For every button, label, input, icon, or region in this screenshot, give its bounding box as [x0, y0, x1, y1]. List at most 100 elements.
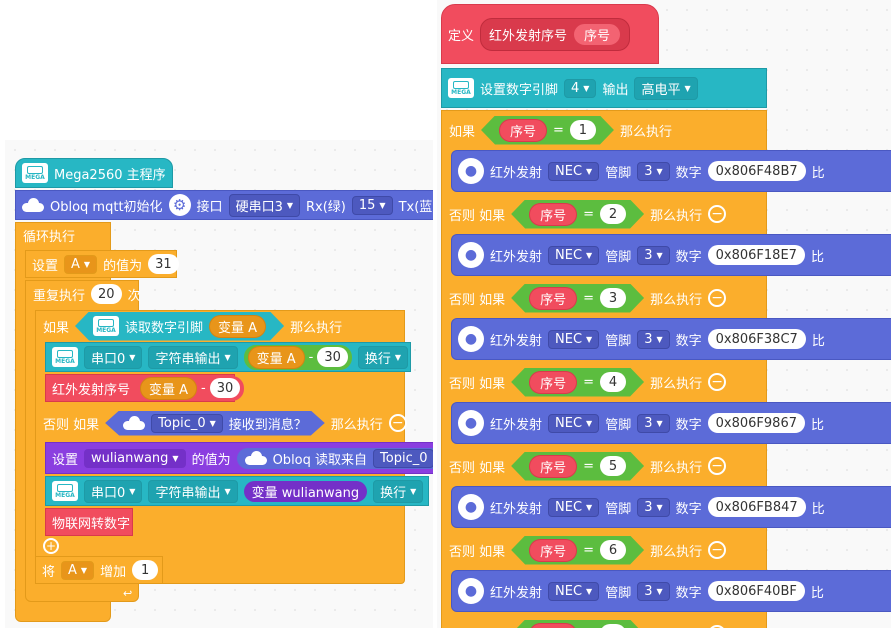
set-a-block[interactable]: 设置 A ▼ 的值为 31: [25, 250, 179, 278]
subtract-value[interactable]: 30: [209, 378, 241, 398]
serial-print-block-1[interactable]: MEGA 串口0 ▼ 字符串输出 ▼ 变量 A - 30 换行 ▼: [45, 342, 411, 372]
ir-code-input[interactable]: 0x806F9867: [707, 413, 805, 433]
mqtt-received-condition[interactable]: Topic_0 ▼ 接收到消息？: [105, 411, 325, 436]
protocol-dropdown[interactable]: NEC ▼: [548, 413, 600, 433]
compare-value[interactable]: 7: [600, 624, 626, 628]
ir-send-label: 红外发射: [490, 417, 543, 433]
ir-send-block[interactable]: ● 红外发射 NEC ▼ 管脚 3 ▼ 数字 0x806F9867 比: [451, 402, 891, 444]
protocol-dropdown[interactable]: NEC ▼: [548, 245, 600, 265]
ir-pin-dropdown[interactable]: 3 ▼: [637, 245, 670, 265]
ir-pin-dropdown[interactable]: 3 ▼: [637, 161, 670, 181]
var-a-reporter[interactable]: 变量 A: [247, 345, 305, 369]
topic-dropdown[interactable]: Topic_0 ▼: [151, 414, 223, 433]
pin-dropdown[interactable]: 4 ▼: [564, 78, 597, 98]
change-value[interactable]: 1: [132, 560, 159, 580]
var-a-dropdown[interactable]: A ▼: [61, 560, 95, 580]
ir-send-block[interactable]: ● 红外发射 NEC ▼ 管脚 3 ▼ 数字 0x806F18E7 比: [451, 234, 891, 276]
equals-condition[interactable]: 序号 = 2: [511, 200, 644, 229]
ir-send-block[interactable]: ● 红外发射 NEC ▼ 管脚 3 ▼ 数字 0x806F38C7 比: [451, 318, 891, 360]
remove-branch-icon[interactable]: −: [388, 414, 407, 432]
newline-dropdown[interactable]: 换行 ▼: [373, 479, 424, 503]
var-wulianwang-reporter[interactable]: 变量 wulianwang: [243, 480, 368, 502]
set-value[interactable]: 31: [148, 254, 179, 274]
obloq-init-block[interactable]: Obloq mqtt初始化 ⚙ 接口 硬串口3 ▼ Rx(绿) 15 ▼ Tx(蓝: [15, 190, 433, 220]
var-a-reporter[interactable]: 变量 A: [140, 376, 198, 400]
param-reporter[interactable]: 序号: [573, 22, 622, 46]
set-pin-block[interactable]: MEGA 设置数字引脚 4 ▼ 输出 高电平 ▼: [441, 68, 767, 108]
serial-port-dropdown[interactable]: 串口0 ▼: [84, 345, 143, 369]
serial-mode-dropdown[interactable]: 字符串输出 ▼: [148, 345, 238, 369]
ir-code-input[interactable]: 0x806F18E7: [707, 245, 805, 265]
compare-value[interactable]: 2: [600, 204, 626, 224]
ir-pin-dropdown[interactable]: 3 ▼: [637, 581, 670, 601]
set-wulianwang-block[interactable]: 设置 wulianwang ▼ 的值为 Obloq 读取来自 Topic_0: [45, 442, 433, 474]
iot-to-number-block[interactable]: 物联网转数字: [45, 508, 133, 536]
if-header: 如果 MEGA 读取数字引脚 变量 A 那么执行: [37, 312, 342, 340]
equals-condition[interactable]: 序号 = 3: [511, 284, 644, 313]
protocol-dropdown[interactable]: NEC ▼: [548, 161, 600, 181]
subtract-value[interactable]: 30: [317, 347, 348, 367]
rx-dropdown[interactable]: 15 ▼: [351, 195, 393, 215]
ir-send-call-block[interactable]: 红外发射序号 变量 A - 30: [45, 374, 245, 402]
equals-condition[interactable]: 序号 = 4: [511, 368, 644, 397]
param-reporter[interactable]: 序号: [529, 455, 577, 478]
var-a-reporter[interactable]: 变量 A: [209, 315, 266, 338]
protocol-dropdown[interactable]: NEC ▼: [548, 329, 600, 349]
topic-dropdown[interactable]: Topic_0: [373, 448, 433, 468]
define-hat[interactable]: 定义 红外发射序号 序号: [441, 4, 659, 64]
add-branch-icon[interactable]: +: [43, 538, 59, 554]
right-workspace[interactable]: 定义 红外发射序号 序号 MEGA 设置数字引脚 4 ▼ 输出 高电平 ▼ 如果 序号…: [437, 0, 891, 628]
subtract-reporter[interactable]: 变量 A - 30: [243, 344, 352, 370]
obloq-read-reporter[interactable]: Obloq 读取来自 Topic_0: [236, 447, 433, 469]
ir-code-input[interactable]: 0x806F48B7: [707, 161, 806, 181]
remove-branch-icon[interactable]: −: [708, 205, 727, 223]
remove-branch-icon[interactable]: −: [708, 373, 727, 391]
param-reporter[interactable]: 序号: [529, 287, 577, 310]
repeat-count[interactable]: 20: [91, 284, 122, 304]
ir-send-block[interactable]: ● 红外发射 NEC ▼ 管脚 3 ▼ 数字 0x806FB847 比: [451, 486, 891, 528]
serial-mode-dropdown[interactable]: 字符串输出 ▼: [148, 479, 238, 503]
param-reporter[interactable]: 序号: [529, 203, 577, 226]
remove-branch-icon[interactable]: −: [708, 457, 727, 475]
param-reporter[interactable]: 序号: [529, 623, 577, 628]
compare-value[interactable]: 6: [600, 540, 626, 560]
ir-pin-dropdown[interactable]: 3 ▼: [637, 497, 670, 517]
port-dropdown[interactable]: 硬串口3 ▼: [228, 193, 300, 217]
compare-value[interactable]: 4: [600, 372, 626, 392]
define-signature[interactable]: 红外发射序号 序号: [480, 17, 631, 51]
remove-branch-icon[interactable]: −: [708, 289, 727, 307]
ir-send-block[interactable]: ● 红外发射 NEC ▼ 管脚 3 ▼ 数字 0x806F40BF 比: [451, 570, 891, 612]
param-reporter[interactable]: 序号: [529, 539, 577, 562]
read-pin-condition[interactable]: MEGA 读取数字引脚 变量 A: [75, 312, 284, 341]
main-program-hat[interactable]: MEGA Mega2560 主程序: [15, 158, 173, 188]
var-wulianwang-dropdown[interactable]: wulianwang ▼: [84, 448, 186, 468]
equals-condition[interactable]: 序号 = 1: [481, 116, 614, 145]
compare-value[interactable]: 5: [600, 456, 626, 476]
ir-code-input[interactable]: 0x806FB847: [707, 497, 806, 517]
serial-print-block-2[interactable]: MEGA 串口0 ▼ 字符串输出 ▼ 变量 wulianwang 换行 ▼: [45, 476, 429, 506]
equals-condition[interactable]: 序号=7: [511, 620, 644, 628]
equals-condition[interactable]: 序号 = 6: [511, 536, 644, 565]
ir-code-input[interactable]: 0x806F38C7: [707, 329, 806, 349]
level-dropdown[interactable]: 高电平 ▼: [634, 76, 698, 100]
param-reporter[interactable]: 序号: [529, 371, 577, 394]
ir-send-label: 红外发射: [490, 165, 543, 181]
ir-code-input[interactable]: 0x806F40BF: [707, 581, 805, 601]
ir-send-block[interactable]: ● 红外发射 NEC ▼ 管脚 3 ▼ 数字 0x806F48B7 比: [451, 150, 891, 192]
left-workspace[interactable]: MEGA Mega2560 主程序 Obloq mqtt初始化 ⚙ 接口 硬串口…: [5, 140, 433, 628]
change-a-block[interactable]: 将 A ▼ 增加 1: [35, 556, 163, 584]
protocol-dropdown[interactable]: NEC ▼: [548, 497, 600, 517]
gear-icon[interactable]: ⚙: [168, 194, 191, 216]
param-reporter[interactable]: 序号: [499, 119, 547, 142]
newline-dropdown[interactable]: 换行 ▼: [357, 345, 409, 369]
ir-pin-dropdown[interactable]: 3 ▼: [637, 413, 670, 433]
ir-pin-dropdown[interactable]: 3 ▼: [637, 329, 670, 349]
serial-port-dropdown[interactable]: 串口0 ▼: [84, 479, 143, 503]
equals-condition[interactable]: 序号 = 5: [511, 452, 644, 481]
compare-value[interactable]: 3: [600, 288, 626, 308]
protocol-dropdown[interactable]: NEC ▼: [548, 581, 600, 601]
remove-branch-icon[interactable]: −: [708, 541, 727, 559]
subtract-reporter[interactable]: 变量 A - 30: [136, 375, 245, 401]
var-a-dropdown[interactable]: A ▼: [64, 254, 98, 274]
compare-value[interactable]: 1: [570, 120, 596, 140]
